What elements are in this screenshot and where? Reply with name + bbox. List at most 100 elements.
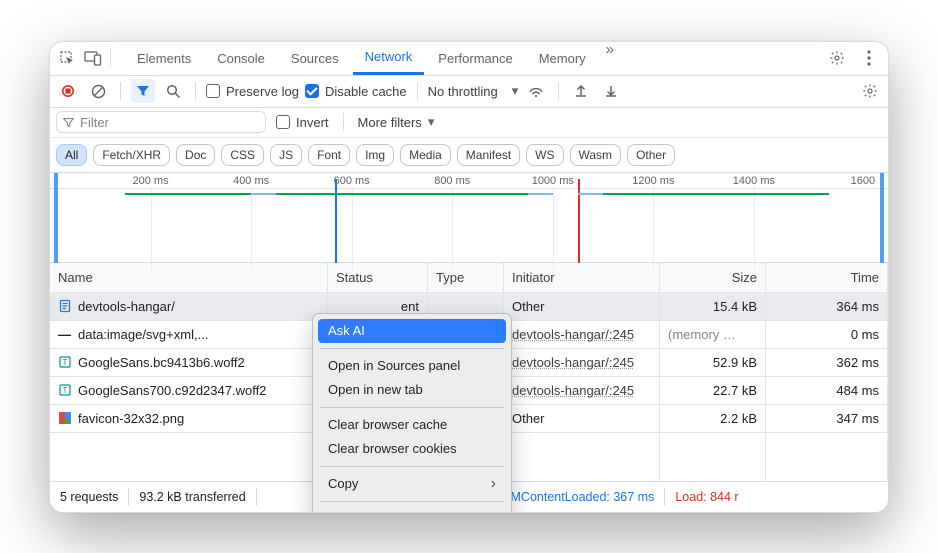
filter-toggle-icon[interactable]	[131, 79, 155, 103]
tab-elements[interactable]: Elements	[125, 41, 203, 75]
download-har-icon[interactable]	[599, 79, 623, 103]
tick-label: 800 ms	[434, 173, 470, 189]
cell-time: 0 ms	[766, 321, 888, 349]
menu-clear-cache[interactable]: Clear browser cache	[318, 413, 506, 437]
tab-memory[interactable]: Memory	[527, 41, 598, 75]
cell-size: 52.9 kB	[660, 349, 766, 377]
settings-gear-icon[interactable]	[824, 45, 850, 71]
svg-text:T: T	[63, 386, 68, 395]
cell-time: 484 ms	[766, 377, 888, 405]
disable-cache-checkbox[interactable]: Disable cache	[305, 84, 407, 99]
tick-label: 1600	[851, 173, 875, 189]
status-domcontentloaded: DOMContentLoaded: 367 ms	[492, 490, 655, 504]
top-tab-bar: Elements Console Sources Network Perform…	[50, 42, 888, 76]
status-requests: 5 requests	[60, 490, 118, 504]
more-tabs-icon[interactable]: »	[600, 41, 620, 75]
tick-label: 600 ms	[334, 173, 370, 189]
col-type[interactable]: Type	[428, 263, 504, 293]
checkbox-off-icon	[206, 84, 220, 98]
col-size[interactable]: Size	[660, 263, 766, 293]
col-initiator[interactable]: Initiator	[504, 263, 660, 293]
kebab-menu-icon[interactable]	[856, 45, 882, 71]
invert-checkbox[interactable]: Invert	[276, 115, 329, 130]
menu-ask-ai[interactable]: Ask AI	[318, 319, 506, 343]
chip-img[interactable]: Img	[356, 144, 394, 166]
table-row[interactable]: T GoogleSans.bc9413b6.woff2	[50, 349, 328, 377]
checkbox-off-icon	[276, 115, 290, 129]
status-load: Load: 844 r	[675, 490, 738, 504]
tick-label: 200 ms	[133, 173, 169, 189]
menu-open-in-new-tab[interactable]: Open in new tab	[318, 378, 506, 402]
chip-doc[interactable]: Doc	[176, 144, 215, 166]
throttling-label: No throttling	[428, 84, 498, 99]
menu-more[interactable]	[318, 507, 506, 513]
cell-initiator[interactable]: Other	[504, 293, 660, 321]
menu-clear-cookies[interactable]: Clear browser cookies	[318, 437, 506, 461]
svg-text:T: T	[63, 358, 68, 367]
cell-name: data:image/svg+xml,...	[78, 327, 208, 342]
chip-all[interactable]: All	[56, 144, 87, 166]
cell-time: 362 ms	[766, 349, 888, 377]
chip-css[interactable]: CSS	[221, 144, 264, 166]
chip-fetch-xhr[interactable]: Fetch/XHR	[93, 144, 170, 166]
menu-copy[interactable]: Copy	[318, 472, 506, 496]
record-icon[interactable]	[56, 79, 80, 103]
cell-initiator[interactable]: devtools-hangar/:245	[504, 349, 660, 377]
network-timeline[interactable]: 200 ms 400 ms 600 ms 800 ms 1000 ms 1200…	[50, 173, 888, 263]
chip-ws[interactable]: WS	[526, 144, 563, 166]
col-name[interactable]: Name	[50, 263, 328, 293]
cell-size: (memory …	[660, 321, 766, 349]
filter-input[interactable]: Filter	[56, 111, 266, 133]
font-file-icon: T	[58, 355, 72, 369]
table-row[interactable]: devtools-hangar/	[50, 293, 328, 321]
table-row[interactable]: T GoogleSans700.c92d2347.woff2	[50, 377, 328, 405]
chip-media[interactable]: Media	[400, 144, 451, 166]
type-filter-chips: All Fetch/XHR Doc CSS JS Font Img Media …	[50, 138, 888, 173]
image-file-icon	[58, 411, 72, 425]
cell-initiator[interactable]: Other	[504, 405, 660, 433]
table-row[interactable]: — data:image/svg+xml,...	[50, 321, 328, 349]
chevron-down-icon: ▾	[502, 83, 519, 99]
network-conditions-icon[interactable]	[524, 79, 548, 103]
chip-other[interactable]: Other	[627, 144, 675, 166]
tab-network[interactable]: Network	[353, 41, 425, 75]
chip-manifest[interactable]: Manifest	[457, 144, 520, 166]
tab-sources[interactable]: Sources	[279, 41, 351, 75]
cell-size: 22.7 kB	[660, 377, 766, 405]
cell-initiator[interactable]: devtools-hangar/:245	[504, 377, 660, 405]
chip-font[interactable]: Font	[308, 144, 350, 166]
col-status[interactable]: Status	[328, 263, 428, 293]
checkbox-on-icon	[305, 84, 319, 98]
filter-row: Filter Invert More filters ▾	[50, 108, 888, 138]
cell-name: GoogleSans700.c92d2347.woff2	[78, 383, 266, 398]
panel-settings-gear-icon[interactable]	[858, 79, 882, 103]
col-time[interactable]: Time	[766, 263, 888, 293]
preserve-log-checkbox[interactable]: Preserve log	[206, 84, 299, 99]
clear-icon[interactable]	[86, 79, 110, 103]
invert-label: Invert	[296, 115, 329, 130]
cell-initiator[interactable]: devtools-hangar/:245	[504, 321, 660, 349]
filter-placeholder: Filter	[80, 115, 109, 130]
throttling-select[interactable]: No throttling ▾	[428, 83, 519, 99]
more-filters-button[interactable]: More filters ▾	[358, 114, 435, 130]
tab-console[interactable]: Console	[205, 41, 277, 75]
cell-time: 347 ms	[766, 405, 888, 433]
context-menu: Ask AI Open in Sources panel Open in new…	[312, 313, 512, 513]
upload-har-icon[interactable]	[569, 79, 593, 103]
inspect-icon[interactable]	[54, 45, 80, 71]
cell-size: 15.4 kB	[660, 293, 766, 321]
preserve-log-label: Preserve log	[226, 84, 299, 99]
menu-open-in-sources[interactable]: Open in Sources panel	[318, 354, 506, 378]
cell-size: 2.2 kB	[660, 405, 766, 433]
table-row[interactable]: favicon-32x32.png	[50, 405, 328, 433]
chip-wasm[interactable]: Wasm	[570, 144, 622, 166]
device-toggle-icon[interactable]	[80, 45, 106, 71]
cell-name: devtools-hangar/	[78, 299, 175, 314]
chip-js[interactable]: JS	[270, 144, 302, 166]
search-icon[interactable]	[161, 79, 185, 103]
network-toolbar: Preserve log Disable cache No throttling…	[50, 76, 888, 108]
cell-name: GoogleSans.bc9413b6.woff2	[78, 355, 245, 370]
more-filters-label: More filters	[358, 115, 422, 130]
tab-performance[interactable]: Performance	[426, 41, 524, 75]
cell-name: favicon-32x32.png	[78, 411, 184, 426]
